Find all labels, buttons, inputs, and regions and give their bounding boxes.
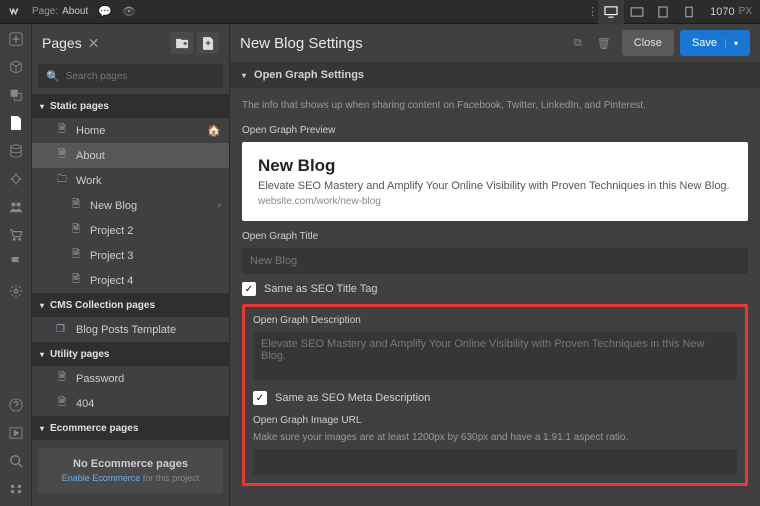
pages-title: Pages [42,35,82,51]
rail-help[interactable] [7,396,25,414]
page-name[interactable]: About [62,6,88,17]
rail-layers[interactable] [7,86,25,104]
page-icon: 🗎 [56,147,68,164]
og-image-label: Open Graph Image URL [253,415,737,426]
settings-panel: New Blog Settings ⧉ 🗑 Close Save▾ ▾Open … [230,24,760,506]
rail-add[interactable] [7,30,25,48]
page-icon: 🗎 [70,247,82,264]
more-icon[interactable]: ⋮ [587,5,598,18]
px-label: PX [739,6,752,17]
device-tablet[interactable] [650,0,676,24]
page-icon: 🗎 [70,222,82,239]
search-pages[interactable]: 🔍 [38,64,223,88]
rail-box[interactable] [7,58,25,76]
checkbox-checked-icon: ✓ [242,282,256,296]
pages-panel: Pages ✕ 🔍 ▾Static pages 🗎Home🏠 🗎About 🗀W… [32,24,230,506]
chevron-down-icon: ▾ [40,102,44,111]
page-home[interactable]: 🗎Home🏠 [32,118,229,143]
og-section-header[interactable]: ▾Open Graph Settings [230,62,760,88]
device-mobile[interactable] [676,0,702,24]
ecommerce-empty-title: No Ecommerce pages [48,458,213,470]
rail-audit[interactable] [7,480,25,498]
left-rail [0,24,32,506]
preview-title: New Blog [258,156,732,176]
home-icon: 🏠 [207,124,221,137]
stack-icon: ❐ [56,324,68,335]
viewport-width[interactable]: 1070 [710,6,734,18]
rail-search[interactable] [7,452,25,470]
section-utility[interactable]: ▾Utility pages [32,342,229,366]
og-image-sub: Make sure your images are at least 1200p… [253,432,737,443]
search-icon: 🔍 [46,70,60,83]
ecommerce-empty: No Ecommerce pages Enable Ecommerce for … [38,448,223,493]
og-preview-label: Open Graph Preview [242,125,748,136]
rail-pages[interactable] [7,114,25,132]
page-about[interactable]: 🗎About [32,143,229,168]
rail-settings[interactable] [7,282,25,300]
checkbox-checked-icon: ✓ [253,391,267,405]
page-blog-template[interactable]: ❐Blog Posts Template [32,317,229,342]
chevron-right-icon: › [218,200,221,211]
page-icon: 🗎 [56,122,68,139]
section-static[interactable]: ▾Static pages [32,94,229,118]
og-title-checkbox[interactable]: ✓Same as SEO Title Tag [242,282,748,296]
page-password[interactable]: 🗎Password [32,366,229,391]
chevron-down-icon: ▾ [40,350,44,359]
search-input[interactable] [66,71,215,82]
save-dropdown[interactable]: ▾ [725,39,738,48]
section-ecommerce[interactable]: ▾Ecommerce pages [32,416,229,440]
page-project-3[interactable]: 🗎Project 3 [32,243,229,268]
trash-icon[interactable]: 🗑 [592,31,616,55]
og-desc-input[interactable] [253,332,737,380]
eye-icon[interactable]: 👁 [122,5,136,18]
new-folder-button[interactable] [171,32,193,54]
rail-users[interactable] [7,198,25,216]
copy-icon[interactable]: ⧉ [566,31,590,55]
rail-flag[interactable] [7,254,25,272]
og-image-input[interactable] [253,449,737,475]
page-icon: 🗎 [70,272,82,289]
og-desc-label: Open Graph Description [253,315,737,326]
page-icon: 🗎 [56,370,68,387]
comment-icon[interactable]: 💬 [98,5,112,18]
folder-work[interactable]: 🗀Work [32,168,229,193]
new-page-button[interactable] [197,32,219,54]
settings-title: New Blog Settings [240,35,564,52]
close-panel[interactable]: ✕ [88,35,100,52]
device-desktop[interactable] [598,0,624,24]
webflow-logo[interactable] [8,5,22,19]
preview-url: website.com/work/new-blog [258,196,732,207]
page-icon: 🗎 [70,197,82,214]
topbar: Page: About 💬 👁 ⋮ 1070 PX [0,0,760,24]
enable-ecommerce-link[interactable]: Enable Ecommerce [62,473,141,483]
device-tablet-l[interactable] [624,0,650,24]
og-desc-checkbox[interactable]: ✓Same as SEO Meta Description [253,391,737,405]
device-switcher [598,0,702,24]
chevron-down-icon: ▾ [242,71,246,80]
page-project-2[interactable]: 🗎Project 2 [32,218,229,243]
section-cms[interactable]: ▾CMS Collection pages [32,293,229,317]
og-info: The info that shows up when sharing cont… [242,100,748,111]
page-project-4[interactable]: 🗎Project 4 [32,268,229,293]
preview-desc: Elevate SEO Mastery and Amplify Your Onl… [258,180,732,192]
chevron-down-icon: ▾ [40,301,44,310]
save-button[interactable]: Save▾ [680,30,750,56]
page-new-blog[interactable]: 🗎New Blog› [32,193,229,218]
og-preview: New Blog Elevate SEO Mastery and Amplify… [242,142,748,221]
rail-cart[interactable] [7,226,25,244]
highlighted-region: Open Graph Description ✓Same as SEO Meta… [242,304,748,486]
rail-assets[interactable] [7,170,25,188]
close-button[interactable]: Close [622,30,674,56]
page-icon: 🗎 [56,395,68,412]
chevron-down-icon: ▾ [40,424,44,433]
rail-cms[interactable] [7,142,25,160]
og-title-label: Open Graph Title [242,231,748,242]
og-title-input[interactable] [242,248,748,274]
rail-video[interactable] [7,424,25,442]
page-label: Page: [32,6,58,17]
folder-icon: 🗀 [56,172,68,189]
page-404[interactable]: 🗎404 [32,391,229,416]
